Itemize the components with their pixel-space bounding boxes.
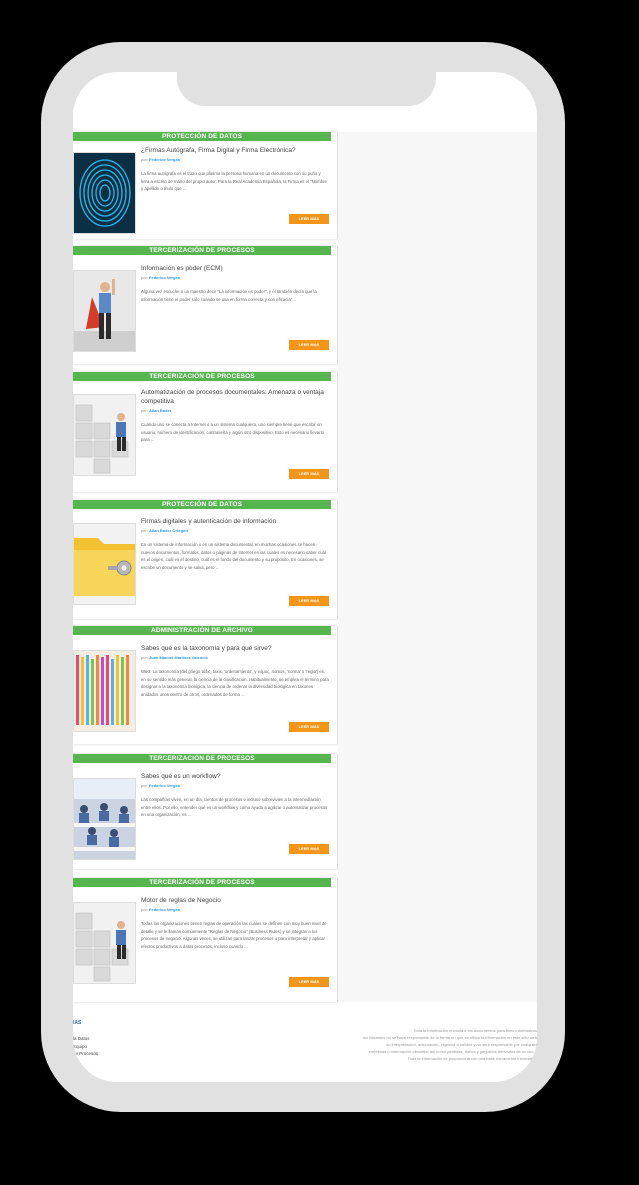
post-thumbnail[interactable] bbox=[73, 152, 136, 234]
by-prefix: por: bbox=[141, 408, 148, 413]
legal-line: su interpretación, adecuación, vigencia … bbox=[386, 1042, 537, 1047]
author-name[interactable]: Federico Vergas bbox=[149, 783, 180, 788]
post-title[interactable]: Firmas digitales y autenticación de info… bbox=[141, 518, 329, 527]
post-thumbnail[interactable] bbox=[73, 902, 136, 984]
post-excerpt: WIKI: La taxonomía (del griego τάξις, ta… bbox=[141, 669, 329, 698]
page-viewport[interactable]: PROTECCIÓN DE DATOS ¿Firmas Autógrafa, Fi… bbox=[73, 72, 537, 1082]
post-card: TERCERIZACIÓN DE PROCESOS Sabes qué es un… bbox=[73, 754, 338, 869]
post-card: PROTECCIÓN DE DATOS Firmas digitales y au… bbox=[73, 500, 338, 619]
category-label[interactable]: ADMINISTRACIÓN DE ARCHIVO bbox=[73, 626, 331, 635]
post-thumbnail[interactable] bbox=[73, 650, 136, 732]
footer-link[interactable]: Equipo bbox=[73, 1043, 98, 1051]
post-excerpt: Todas las organizaciones tienen reglas d… bbox=[141, 921, 327, 950]
post-thumbnail[interactable] bbox=[73, 270, 136, 352]
by-prefix: por: bbox=[141, 157, 148, 162]
category-label[interactable]: PROTECCIÓN DE DATOS bbox=[73, 132, 331, 141]
post-author: por: Federico Vergas bbox=[141, 783, 180, 788]
author-name[interactable]: Federico Vergas bbox=[149, 907, 180, 912]
post-author: por: Juan Manuel Martínez Valencia bbox=[141, 655, 208, 660]
by-prefix: por: bbox=[141, 528, 148, 533]
post-excerpt: Las compañías viven, en un día, cientos … bbox=[141, 797, 328, 818]
category-label[interactable]: TERCERIZACIÓN DE PROCESOS bbox=[73, 372, 331, 381]
footer-link[interactable]: de Procesos bbox=[73, 1050, 98, 1058]
phone-notch bbox=[177, 72, 436, 106]
post-excerpt: Cuando uno se conecta a Internet o a un … bbox=[141, 422, 324, 443]
post-title[interactable]: Sabes qué es la taxonomía y para qué sir… bbox=[141, 645, 329, 654]
post-author: por: Federico Vergas bbox=[141, 157, 180, 162]
post-thumbnail[interactable] bbox=[73, 523, 136, 605]
author-name[interactable]: Federico Vergas bbox=[149, 157, 180, 162]
sidebar bbox=[338, 132, 537, 1002]
read-more-button[interactable]: LEER MÁS bbox=[289, 596, 329, 606]
footer-legal-text: Toda la información enviada a los docume… bbox=[303, 1027, 537, 1062]
category-label[interactable]: TERCERIZACIÓN DE PROCESOS bbox=[73, 754, 331, 763]
post-excerpt: Alguna vez escuche a un maestro decir "L… bbox=[141, 289, 317, 302]
post-card: TERCERIZACIÓN DE PROCESOS Motor de reglas… bbox=[73, 878, 338, 1002]
category-label[interactable]: TERCERIZACIÓN DE PROCESOS bbox=[73, 878, 331, 887]
by-prefix: por: bbox=[141, 275, 148, 280]
site-footer: IAS la Datos Equipo de Procesos Toda la … bbox=[73, 1008, 537, 1082]
post-author: por: Federico Vergas bbox=[141, 907, 180, 912]
post-card: ADMINISTRACIÓN DE ARCHIVO Sabes qué es la… bbox=[73, 626, 338, 744]
category-label[interactable]: PROTECCIÓN DE DATOS bbox=[73, 500, 331, 509]
post-title[interactable]: Información es poder (ECM) bbox=[141, 265, 329, 274]
read-more-button[interactable]: LEER MÁS bbox=[289, 977, 329, 987]
post-author: por: Allan Bader bbox=[141, 408, 171, 413]
footer-links: la Datos Equipo de Procesos bbox=[73, 1035, 98, 1058]
legal-line: Toda la información enviada a los docume… bbox=[413, 1028, 537, 1033]
read-more-button[interactable]: LEER MÁS bbox=[289, 722, 329, 732]
post-thumbnail[interactable] bbox=[73, 394, 136, 476]
by-prefix: por: bbox=[141, 907, 148, 912]
post-title[interactable]: Motor de reglas de Negocio bbox=[141, 897, 329, 906]
read-more-button[interactable]: LEER MÁS bbox=[289, 844, 329, 854]
post-card: PROTECCIÓN DE DATOS ¿Firmas Autógrafa, Fi… bbox=[73, 132, 338, 239]
read-more-button[interactable]: LEER MÁS bbox=[289, 469, 329, 479]
post-card: TERCERIZACIÓN DE PROCESOS Automatización … bbox=[73, 372, 338, 492]
footer-brand[interactable]: IAS bbox=[73, 1020, 81, 1026]
post-excerpt: En un sistema de información o en un sis… bbox=[141, 542, 326, 571]
post-title[interactable]: Sabes qué es un workflow? bbox=[141, 773, 329, 782]
read-more-button[interactable]: LEER MÁS bbox=[289, 214, 329, 224]
legal-line: Ion Misantos no se hace responsable de l… bbox=[362, 1035, 537, 1040]
author-name[interactable]: Federico Vergas bbox=[149, 275, 180, 280]
by-prefix: por: bbox=[141, 783, 148, 788]
footer-link[interactable]: la Datos bbox=[73, 1035, 98, 1043]
author-name[interactable]: Juan Manuel Martínez Valencia bbox=[149, 655, 208, 660]
post-title[interactable]: Automatización de procesos documentales:… bbox=[141, 389, 329, 406]
post-author: por: Federico Vergas bbox=[141, 275, 180, 280]
post-excerpt: La firma autógrafa es el trazo que plasm… bbox=[141, 171, 327, 192]
by-prefix: por: bbox=[141, 655, 148, 660]
category-label[interactable]: TERCERIZACIÓN DE PROCESOS bbox=[73, 246, 331, 255]
author-name[interactable]: Allan Bader bbox=[149, 408, 171, 413]
post-title[interactable]: ¿Firmas Autógrafa, Firma Digital y Firma… bbox=[141, 147, 329, 156]
post-card: TERCERIZACIÓN DE PROCESOS Información es … bbox=[73, 246, 338, 364]
post-author: por: Allan Bader Ortegón bbox=[141, 528, 188, 533]
phone-screen: PROTECCIÓN DE DATOS ¿Firmas Autógrafa, Fi… bbox=[73, 72, 537, 1082]
legal-line: empresas o información obsoleta: así com… bbox=[368, 1049, 537, 1054]
post-thumbnail[interactable] bbox=[73, 778, 136, 860]
read-more-button[interactable]: LEER MÁS bbox=[289, 340, 329, 350]
legal-line: Toda la información se proporciona con u… bbox=[407, 1056, 537, 1061]
author-name[interactable]: Allan Bader Ortegón bbox=[149, 528, 188, 533]
